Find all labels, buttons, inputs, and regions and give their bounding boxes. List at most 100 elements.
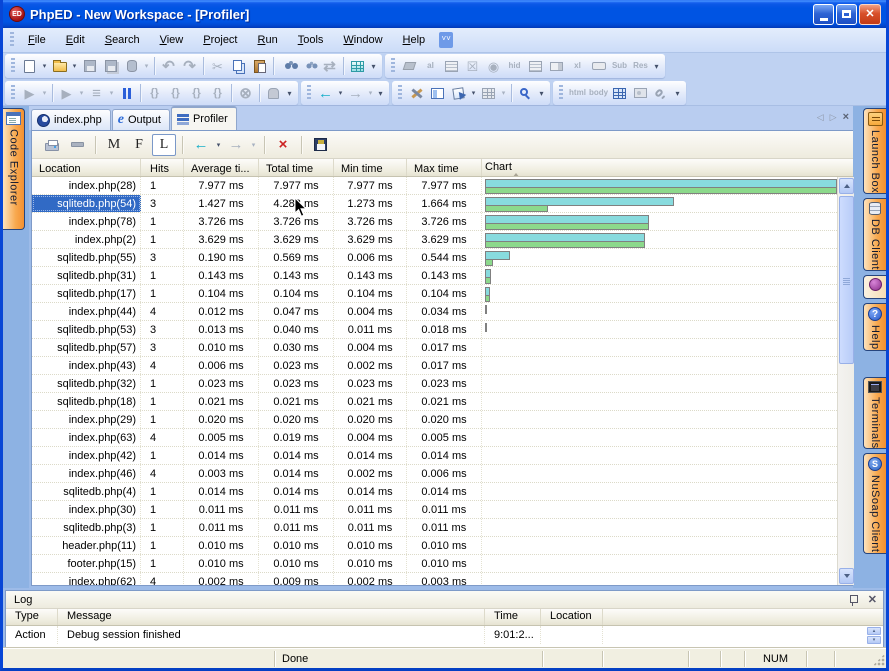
- table-row[interactable]: index.php(30)10.011 ms0.011 ms0.011 ms0.…: [32, 501, 837, 519]
- find-icon[interactable]: [277, 56, 298, 76]
- accounts-icon[interactable]: [427, 83, 448, 103]
- table-row[interactable]: sqlitedb.php(17)10.104 ms0.104 ms0.104 m…: [32, 285, 837, 303]
- resize-grip-icon[interactable]: [873, 654, 885, 666]
- tab-index-php[interactable]: index.php: [31, 109, 111, 130]
- pin-panel-icon[interactable]: [848, 594, 858, 606]
- toolbar-grip[interactable]: [11, 85, 15, 101]
- close-document-button[interactable]: ×: [843, 111, 849, 123]
- run-icon[interactable]: ▶: [19, 83, 40, 103]
- reset-button-icon[interactable]: Res: [630, 56, 651, 76]
- scroll-tabs-left-button[interactable]: ◁: [817, 112, 824, 123]
- column-header-location[interactable]: Location: [32, 159, 141, 176]
- table-row[interactable]: index.php(78)13.726 ms3.726 ms3.726 ms3.…: [32, 213, 837, 231]
- sidebar-tab-php-manual[interactable]: [863, 275, 886, 299]
- stop-icon[interactable]: ⊗: [235, 83, 256, 103]
- column-header-total-time[interactable]: Total time: [259, 159, 334, 176]
- log-column-header-time[interactable]: Time: [485, 609, 541, 625]
- menu-help[interactable]: Help: [393, 31, 436, 49]
- scroll-down-button[interactable]: [839, 568, 854, 584]
- insert-link-icon[interactable]: [651, 83, 672, 103]
- step-out-icon[interactable]: {}: [186, 83, 207, 103]
- toolbar-grip[interactable]: [11, 58, 15, 74]
- save-results-icon[interactable]: [308, 134, 332, 156]
- listbox-field-icon[interactable]: [441, 56, 462, 76]
- table-row[interactable]: sqlitedb.php(54)31.427 ms4.282 ms1.273 m…: [32, 195, 837, 213]
- toolbar-overflow-button[interactable]: ▾: [284, 83, 295, 103]
- collapse-icon[interactable]: [65, 134, 89, 156]
- table-row[interactable]: sqlitedb.php(3)10.011 ms0.011 ms0.011 ms…: [32, 519, 837, 537]
- find-next-icon[interactable]: [298, 56, 319, 76]
- table-row[interactable]: sqlitedb.php(55)30.190 ms0.569 ms0.006 m…: [32, 249, 837, 267]
- log-scrollbar[interactable]: ▴▾: [867, 627, 881, 644]
- pushbutton-field-icon[interactable]: [588, 56, 609, 76]
- settings-icon[interactable]: [406, 83, 427, 103]
- copy-icon[interactable]: [228, 56, 249, 76]
- undo-icon[interactable]: ↶: [158, 56, 179, 76]
- toolbar-overflow-button[interactable]: ▾: [375, 83, 386, 103]
- scroll-up-button[interactable]: [839, 178, 854, 194]
- new-file-dropdown[interactable]: ▾: [40, 56, 49, 76]
- submit-button-icon[interactable]: Sub: [609, 56, 630, 76]
- table-row[interactable]: sqlitedb.php(18)10.021 ms0.021 ms0.021 m…: [32, 393, 837, 411]
- show-lines-button[interactable]: L: [152, 134, 176, 156]
- menu-overflow-button[interactable]: ˅˅: [439, 32, 453, 48]
- column-header-chart[interactable]: Chart: [482, 159, 854, 176]
- history-back-dropdown[interactable]: ▾: [214, 135, 223, 155]
- toolbar-grip[interactable]: [398, 85, 402, 101]
- table-row[interactable]: sqlitedb.php(57)30.010 ms0.030 ms0.004 m…: [32, 339, 837, 357]
- menu-window[interactable]: Window: [333, 31, 392, 49]
- redo-icon[interactable]: ↷: [179, 56, 200, 76]
- column-header-max-time[interactable]: Max time: [407, 159, 482, 176]
- sidebar-tab-terminals[interactable]: Terminals: [863, 377, 886, 450]
- upload-icon[interactable]: [121, 56, 142, 76]
- menubar-grip[interactable]: [10, 32, 14, 48]
- run-in-debugger-icon[interactable]: ▶: [56, 83, 77, 103]
- toolbar-grip[interactable]: [391, 58, 395, 74]
- menu-search[interactable]: Search: [95, 31, 150, 49]
- column-header-min-time[interactable]: Min time: [334, 159, 407, 176]
- close-panel-icon[interactable]: ✕: [868, 593, 877, 606]
- label-field-icon[interactable]: aI: [420, 56, 441, 76]
- run-profiler-icon[interactable]: ≡: [86, 83, 107, 103]
- break-icon[interactable]: [263, 83, 284, 103]
- delete-results-icon[interactable]: ×: [271, 134, 295, 156]
- textinput-field-icon[interactable]: xI: [567, 56, 588, 76]
- menu-file[interactable]: File: [18, 31, 56, 49]
- publish-dropdown[interactable]: ▾: [469, 83, 478, 103]
- menu-run[interactable]: Run: [248, 31, 288, 49]
- toolbar-overflow-button[interactable]: ▾: [672, 83, 683, 103]
- save-icon[interactable]: [79, 56, 100, 76]
- combobox-field-icon[interactable]: [546, 56, 567, 76]
- table-row[interactable]: sqlitedb.php(31)10.143 ms0.143 ms0.143 m…: [32, 267, 837, 285]
- table-row[interactable]: index.php(62)40.002 ms0.009 ms0.002 ms0.…: [32, 573, 837, 585]
- save-all-icon[interactable]: [100, 56, 121, 76]
- tab-profiler[interactable]: Profiler: [171, 106, 237, 130]
- navigate-back-icon[interactable]: ←: [315, 83, 336, 103]
- log-column-header-type[interactable]: Type: [6, 609, 58, 625]
- scroll-tabs-right-button[interactable]: ▷: [830, 112, 837, 123]
- table-row[interactable]: index.php(46)40.003 ms0.014 ms0.002 ms0.…: [32, 465, 837, 483]
- table-row[interactable]: footer.php(15)10.010 ms0.010 ms0.010 ms0…: [32, 555, 837, 573]
- step-into-icon[interactable]: {}: [144, 83, 165, 103]
- code-snippets-icon[interactable]: [347, 56, 368, 76]
- table-row[interactable]: sqlitedb.php(32)10.023 ms0.023 ms0.023 m…: [32, 375, 837, 393]
- column-header-average-ti-[interactable]: Average ti...: [184, 159, 259, 176]
- run-in-browser-icon[interactable]: [515, 83, 536, 103]
- group-field-icon[interactable]: [525, 56, 546, 76]
- scrollbar-thumb[interactable]: [839, 196, 854, 364]
- sidebar-tab-help[interactable]: ?Help: [863, 303, 886, 351]
- close-button[interactable]: ✕: [859, 4, 881, 25]
- show-methods-button[interactable]: M: [102, 134, 126, 156]
- insert-table-icon[interactable]: [609, 83, 630, 103]
- open-file-dropdown[interactable]: ▾: [70, 56, 79, 76]
- history-forward-icon[interactable]: →: [224, 134, 248, 156]
- table-row[interactable]: index.php(44)40.012 ms0.047 ms0.004 ms0.…: [32, 303, 837, 321]
- vertical-scrollbar[interactable]: [837, 177, 854, 585]
- insert-image-icon[interactable]: [630, 83, 651, 103]
- table-row[interactable]: index.php(63)40.005 ms0.019 ms0.004 ms0.…: [32, 429, 837, 447]
- show-functions-button[interactable]: F: [127, 134, 151, 156]
- column-header-hits[interactable]: Hits: [141, 159, 184, 176]
- log-column-header-location[interactable]: Location: [541, 609, 603, 625]
- navigate-forward-icon[interactable]: →: [345, 83, 366, 103]
- toolbar-overflow-button[interactable]: ▾: [651, 56, 662, 76]
